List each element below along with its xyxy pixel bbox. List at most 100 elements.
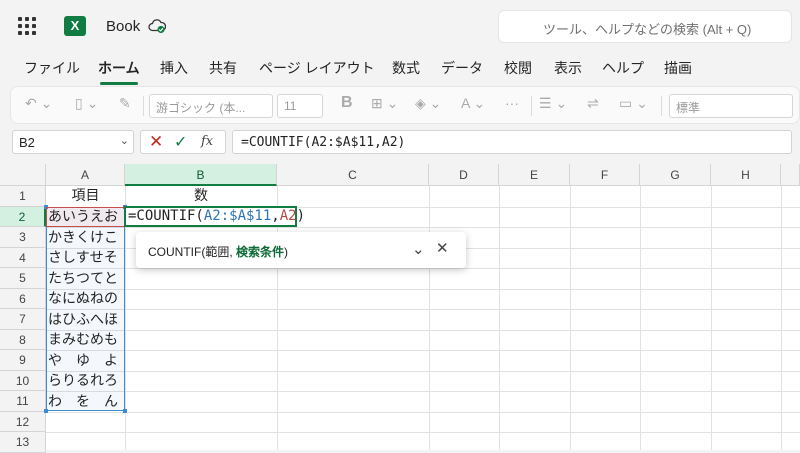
column-header-e[interactable]: E bbox=[499, 164, 570, 186]
tooltip-close-paren: ) bbox=[284, 245, 289, 259]
column-header-b[interactable]: B bbox=[125, 164, 277, 186]
cell-a1[interactable]: 項目 bbox=[46, 186, 125, 206]
undo-icon[interactable]: ↶ ⌄ bbox=[25, 95, 52, 112]
font-size-select[interactable]: 11 bbox=[277, 94, 323, 118]
cell-a7[interactable]: はひふへほ bbox=[48, 310, 125, 330]
gridline bbox=[46, 288, 800, 290]
workbook-title[interactable]: Book bbox=[106, 18, 140, 35]
confirm-icon[interactable]: ✓ bbox=[174, 132, 187, 151]
gridline bbox=[46, 268, 800, 269]
ribbon-tabs: ファイル ホーム 挿入 共有 ページ レイアウト 数式 データ 校閲 表示 ヘル… bbox=[0, 52, 800, 85]
search-input[interactable]: ツール、ヘルプなどの検索 (Alt + Q) bbox=[498, 10, 792, 43]
column-header-d[interactable]: D bbox=[429, 164, 499, 186]
formula-bar: B2 ⌄ ✕ ✓ fx =COUNTIF(A2:$A$11,A2) bbox=[0, 128, 800, 156]
column-header-a[interactable]: A bbox=[46, 164, 125, 186]
number-format-select[interactable]: 標準 bbox=[669, 94, 793, 118]
formula-input[interactable]: =COUNTIF(A2:$A$11,A2) bbox=[232, 130, 792, 154]
row-header-2[interactable]: 2 bbox=[0, 206, 46, 227]
formula-suffix: ) bbox=[296, 208, 306, 224]
tab-share[interactable]: 共有 bbox=[209, 58, 237, 78]
formula-prefix: =COUNTIF( bbox=[128, 208, 204, 224]
row-header-11[interactable]: 11 bbox=[0, 391, 46, 412]
cell-a4[interactable]: さしすせそ bbox=[48, 248, 125, 268]
gridline bbox=[429, 186, 430, 450]
divider bbox=[531, 96, 532, 116]
gridline bbox=[781, 186, 782, 450]
row-header-6[interactable]: 6 bbox=[0, 288, 46, 309]
row-header-1[interactable]: 1 bbox=[0, 186, 46, 207]
excel-logo-icon[interactable]: X bbox=[64, 16, 86, 36]
cell-a9[interactable]: や ゆ よ bbox=[48, 351, 125, 371]
gridline bbox=[570, 186, 571, 450]
insert-function-button[interactable]: fx bbox=[201, 134, 213, 149]
cell-a2[interactable]: あいうえお bbox=[48, 207, 125, 227]
gridline bbox=[46, 227, 800, 228]
cell-a6[interactable]: なにぬねの bbox=[48, 289, 125, 309]
tab-view[interactable]: 表示 bbox=[554, 58, 582, 78]
divider bbox=[661, 96, 662, 116]
active-cell-b2-editor[interactable]: =COUNTIF(A2:$A$11,A2) bbox=[124, 206, 305, 227]
formula-actions: ✕ ✓ fx bbox=[140, 130, 226, 154]
column-header-h[interactable]: H bbox=[711, 164, 781, 186]
more-icon[interactable]: ··· bbox=[505, 95, 519, 111]
borders-icon[interactable]: ⊞ ⌄ bbox=[371, 95, 398, 112]
tab-help[interactable]: ヘルプ bbox=[602, 58, 644, 78]
cell-b1[interactable]: 数 bbox=[125, 186, 277, 206]
gridline bbox=[46, 432, 800, 433]
column-header-f[interactable]: F bbox=[570, 164, 640, 186]
cell-a11[interactable]: わ を ん bbox=[48, 392, 125, 412]
app-launcher-icon[interactable] bbox=[18, 17, 36, 35]
gridline bbox=[46, 350, 800, 351]
row-header-12[interactable]: 12 bbox=[0, 411, 46, 432]
cell-a3[interactable]: かきくけこ bbox=[48, 228, 125, 248]
fill-color-icon[interactable]: ◈ ⌄ bbox=[415, 95, 441, 112]
cell-a8[interactable]: まみむめも bbox=[48, 330, 125, 350]
cancel-icon[interactable]: ✕ bbox=[149, 132, 163, 152]
cloud-saved-icon[interactable] bbox=[148, 18, 166, 34]
cell-a5[interactable]: たちつてと bbox=[48, 269, 125, 289]
gridline bbox=[46, 370, 800, 372]
chevron-down-icon[interactable]: ⌄ bbox=[120, 134, 129, 147]
row-header-13[interactable]: 13 bbox=[0, 432, 46, 453]
tab-home[interactable]: ホーム bbox=[98, 58, 140, 85]
close-icon[interactable]: ✕ bbox=[436, 239, 449, 257]
column-header-g[interactable]: G bbox=[640, 164, 711, 186]
gridline bbox=[711, 186, 712, 450]
format-painter-icon[interactable]: ✎ bbox=[119, 95, 131, 112]
title-bar: X Book ツール、ヘルプなどの検索 (Alt + Q) bbox=[0, 0, 800, 52]
row-header-4[interactable]: 4 bbox=[0, 247, 46, 268]
name-box[interactable]: B2 ⌄ bbox=[12, 130, 134, 154]
row-header-10[interactable]: 10 bbox=[0, 370, 46, 391]
merge-icon[interactable]: ▭ ⌄ bbox=[619, 95, 648, 112]
tab-draw[interactable]: 描画 bbox=[664, 58, 692, 78]
gridline bbox=[499, 186, 500, 450]
row-header-7[interactable]: 7 bbox=[0, 309, 46, 330]
cell-a10[interactable]: らりるれろ bbox=[48, 371, 125, 391]
spreadsheet-grid: A B C D E F G H 1 2 3 4 5 6 7 8 9 10 11 … bbox=[0, 164, 800, 453]
tab-page-layout[interactable]: ページ レイアウト bbox=[259, 58, 375, 78]
tab-formulas[interactable]: 数式 bbox=[392, 58, 420, 78]
column-header-next bbox=[781, 164, 800, 186]
bold-button[interactable]: B bbox=[341, 94, 353, 112]
select-all-corner[interactable] bbox=[0, 164, 46, 186]
tab-data[interactable]: データ bbox=[441, 58, 483, 78]
column-header-c[interactable]: C bbox=[277, 164, 429, 186]
paste-icon[interactable]: ▯ ⌄ bbox=[75, 95, 98, 112]
row-header-3[interactable]: 3 bbox=[0, 227, 46, 248]
tab-review[interactable]: 校閲 bbox=[504, 58, 532, 78]
font-name-select[interactable]: 游ゴシック (本... bbox=[149, 94, 273, 118]
font-color-icon[interactable]: A ⌄ bbox=[461, 95, 485, 112]
gridline bbox=[46, 391, 800, 392]
tab-insert[interactable]: 挿入 bbox=[160, 58, 188, 78]
gridline bbox=[640, 186, 641, 450]
row-header-9[interactable]: 9 bbox=[0, 350, 46, 371]
align-icon[interactable]: ☰ ⌄ bbox=[539, 95, 567, 112]
tooltip-arg-criteria: 検索条件 bbox=[236, 245, 285, 259]
tooltip-arg-range: 範囲, bbox=[205, 245, 236, 259]
chevron-down-icon[interactable]: ⌄ bbox=[412, 240, 425, 258]
row-header-8[interactable]: 8 bbox=[0, 329, 46, 350]
row-header-5[interactable]: 5 bbox=[0, 268, 46, 289]
tab-file[interactable]: ファイル bbox=[24, 58, 80, 78]
wrap-text-icon[interactable]: ⇌ bbox=[587, 95, 599, 112]
tooltip-function-name[interactable]: COUNTIF( bbox=[148, 245, 205, 259]
